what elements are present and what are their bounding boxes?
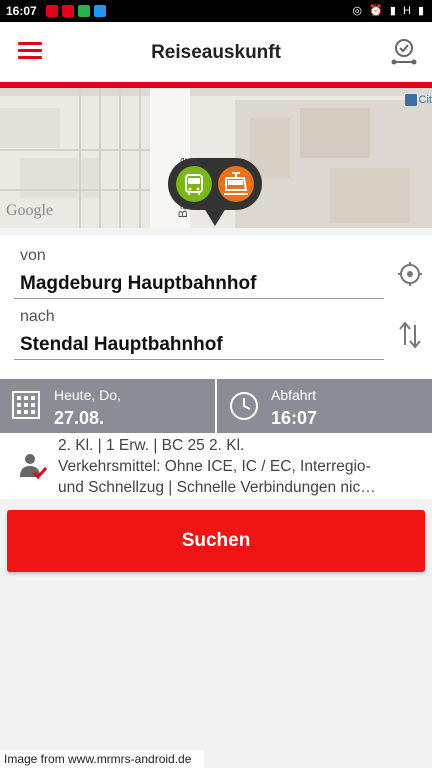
passenger-settings-icon [20, 454, 48, 480]
watermark: Image from www.mrmrs-android.de [0, 750, 204, 768]
to-field[interactable]: Stendal Hauptbahnhof [20, 334, 223, 356]
bus-icon [176, 166, 212, 202]
route-form: von Magdeburg Hauptbahnhof nach Stendal … [0, 235, 432, 379]
calendar-icon [12, 391, 40, 419]
locate-icon[interactable] [397, 261, 423, 287]
date-value: 27.08. [54, 408, 105, 428]
status-indicators: ◎ ⏰ ▮ H ▮ [352, 5, 426, 17]
to-label: nach [20, 308, 55, 325]
google-logo: Google [6, 202, 54, 219]
swap-icon[interactable] [398, 321, 422, 349]
station-marker[interactable] [168, 158, 262, 210]
departure-label: Abfahrt [271, 387, 317, 403]
from-underline [14, 298, 384, 299]
to-underline [14, 359, 384, 360]
map-city-label: Cit [404, 94, 432, 107]
date-selector[interactable]: Heute, Do, 27.08. [0, 379, 215, 433]
marker-pointer [204, 208, 226, 226]
options-line-1: 2. Kl. | 1 Erw. | BC 25 2. Kl. [58, 437, 245, 454]
search-button[interactable]: Suchen [7, 510, 425, 572]
time-value: 16:07 [271, 408, 318, 428]
notification-db-icon [46, 5, 58, 17]
options-line-3: und Schnellzug | Schnelle Verbindungen n… [58, 479, 376, 496]
page-title: Reiseauskunft [151, 42, 281, 63]
options-line-2: Verkehrsmittel: Ohne ICE, IC / EC, Inter… [58, 458, 371, 475]
from-field[interactable]: Magdeburg Hauptbahnhof [20, 273, 256, 295]
datetime-bar: Heute, Do, 27.08. Abfahrt 16:07 [0, 379, 432, 433]
tram-icon [218, 166, 254, 202]
date-label: Heute, Do, [54, 387, 121, 403]
status-time: 16:07 [6, 4, 37, 18]
app-bar: Reiseauskunft [0, 22, 432, 82]
travel-options[interactable]: 2. Kl. | 1 Erw. | BC 25 2. Kl. Verkehrsm… [0, 433, 432, 499]
clock-icon [230, 392, 258, 420]
notification-app-icon [62, 5, 74, 17]
download-icon [78, 5, 90, 17]
from-label: von [20, 247, 46, 264]
notification-blue-icon [94, 5, 106, 17]
time-selector[interactable]: Abfahrt 16:07 [217, 379, 432, 433]
network-type: H [402, 5, 413, 17]
clock-connection-icon[interactable] [390, 38, 418, 66]
status-bar: 16:07 ◎ ⏰ ▮ H ▮ [0, 0, 432, 22]
